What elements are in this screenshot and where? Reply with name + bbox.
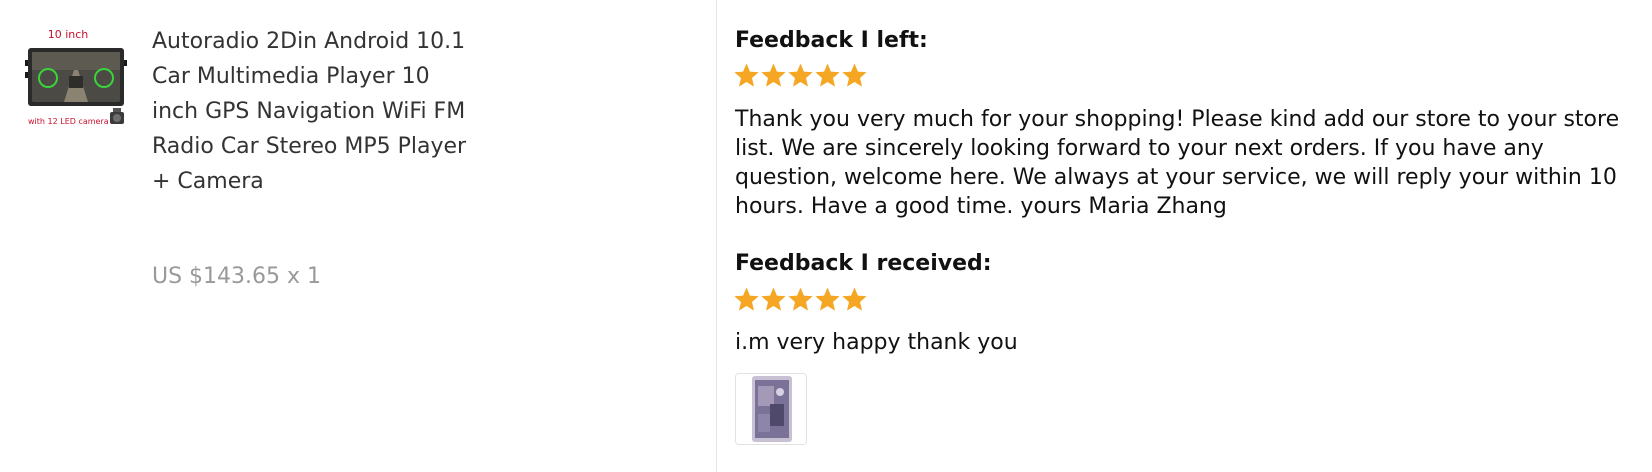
feedback-received-text: i.m very happy thank you: [735, 330, 1018, 355]
star-icon: [841, 286, 868, 313]
star-icon: [841, 62, 868, 89]
product-image[interactable]: 10 inch with 12 LED camera: [24, 26, 128, 130]
feedback-left-heading: Feedback I left:: [735, 28, 928, 53]
product-title[interactable]: Autoradio 2Din Android 10.1 Car Multimed…: [152, 24, 472, 199]
product-quantity: x 1: [287, 264, 322, 289]
product-image-top-label: 10 inch: [48, 28, 89, 41]
review-photo-thumbnail[interactable]: [735, 373, 807, 445]
star-icon: [787, 286, 814, 313]
product-price: US $143.65: [152, 264, 281, 289]
star-icon: [814, 62, 841, 89]
feedback-left-text: Thank you very much for your shopping! P…: [735, 107, 1620, 219]
star-icon: [814, 286, 841, 313]
star-icon: [760, 62, 787, 89]
star-icon: [760, 286, 787, 313]
feedback-received-heading: Feedback I received:: [735, 251, 992, 276]
star-icon: [787, 62, 814, 89]
star-icon: [733, 62, 760, 89]
product-price-line: US $143.65 x 1: [152, 262, 321, 292]
star-icon: [733, 286, 760, 313]
feedback-left-stars: [733, 62, 868, 92]
column-divider: [716, 0, 717, 472]
product-image-bottom-label: with 12 LED camera: [28, 117, 109, 126]
feedback-received-stars: [733, 286, 868, 316]
